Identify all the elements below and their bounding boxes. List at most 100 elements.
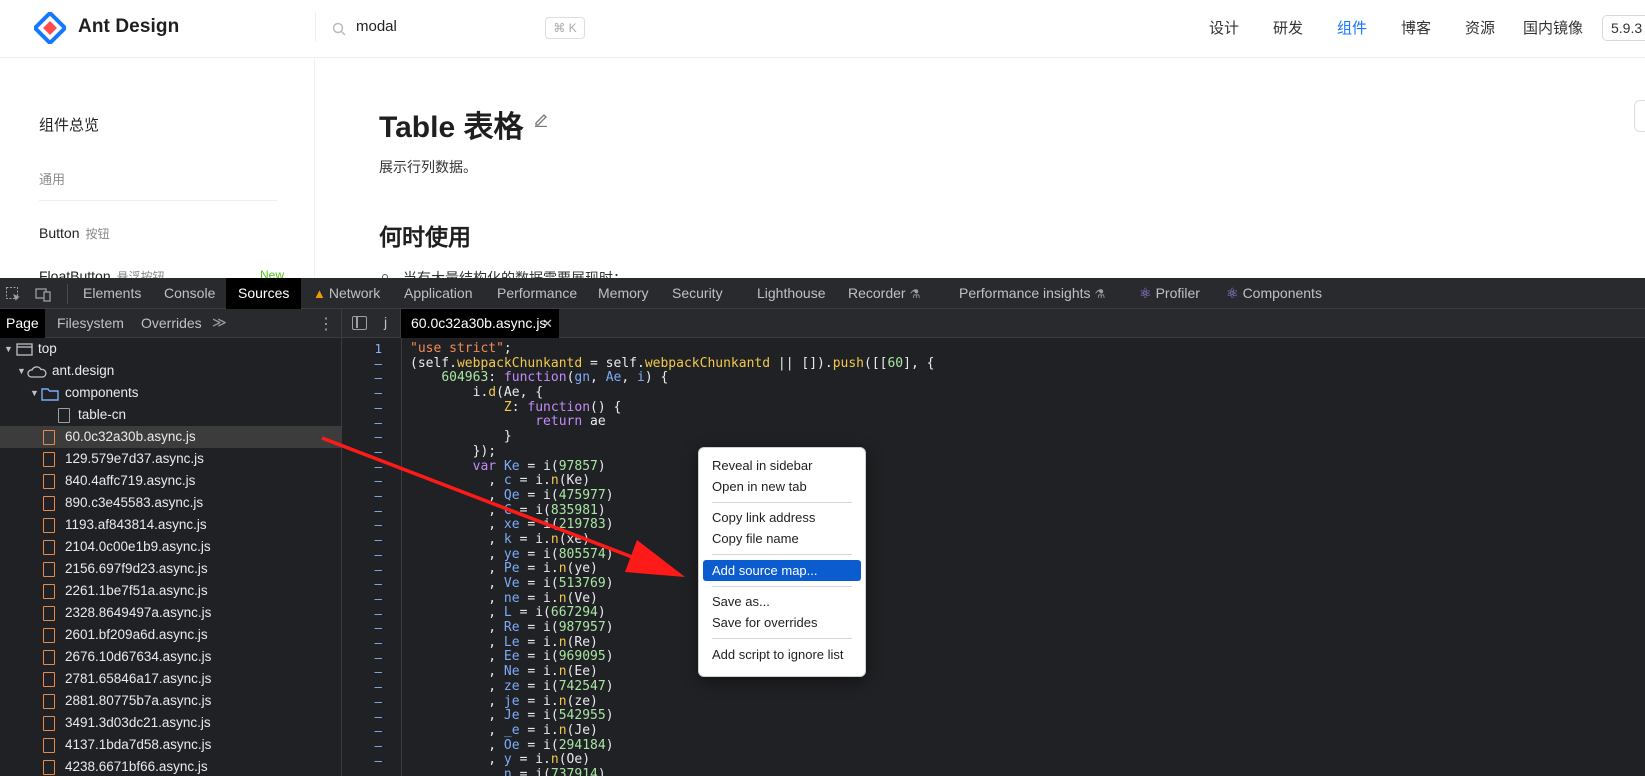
context-menu: Reveal in sidebar Open in new tab Copy l… (698, 447, 866, 677)
nav-mirror[interactable]: 国内镜像 (1523, 17, 1583, 38)
line-number[interactable]: – (342, 385, 382, 401)
menu-item-save-for-overrides[interactable]: Save for overrides (703, 612, 861, 633)
sidebar-item-button[interactable]: Button 按钮 (39, 225, 110, 242)
js-file-icon (43, 628, 55, 643)
tree-item-document[interactable]: table-cn (0, 404, 341, 426)
js-file-icon (43, 738, 55, 753)
line-number[interactable]: – (342, 635, 382, 651)
tree-item-file[interactable]: 4238.6671bf66.async.js (0, 756, 341, 776)
line-number[interactable]: – (342, 459, 382, 475)
nav-design[interactable]: 设计 (1209, 17, 1239, 38)
tab-console[interactable]: Console (164, 278, 215, 309)
line-number[interactable]: – (342, 709, 382, 725)
menu-item-open-in-new-tab[interactable]: Open in new tab (703, 476, 861, 497)
line-number[interactable]: – (342, 650, 382, 666)
menu-item-add-to-ignore-list[interactable]: Add script to ignore list (703, 644, 861, 665)
line-number[interactable]: – (342, 694, 382, 710)
section-heading-when-to-use: 何时使用 (379, 224, 471, 250)
line-number[interactable]: – (342, 562, 382, 578)
tree-item-file[interactable]: 2781.65846a17.async.js (0, 668, 341, 690)
tree-item-file[interactable]: 2676.10d67634.async.js (0, 646, 341, 668)
tree-item-file[interactable]: 840.4affc719.async.js (0, 470, 341, 492)
tab-recorder[interactable]: Recorder ⚗ (848, 278, 920, 309)
line-number[interactable]: – (342, 356, 382, 372)
brand-name[interactable]: Ant Design (78, 16, 179, 38)
tab-sources[interactable]: Sources (226, 278, 302, 309)
tree-item-domain[interactable]: ▼ ant.design (0, 360, 341, 382)
tree-item-file[interactable]: 4137.1bda7d58.async.js (0, 734, 341, 756)
line-number[interactable]: – (342, 547, 382, 563)
line-number[interactable]: – (342, 518, 382, 533)
nav-resources[interactable]: 资源 (1465, 17, 1495, 38)
line-number[interactable]: – (342, 606, 382, 622)
tab-performance[interactable]: Performance (497, 278, 577, 309)
tab-overrides[interactable]: Overrides (141, 309, 202, 338)
tab-elements[interactable]: Elements (83, 278, 141, 309)
search-input[interactable]: modal (356, 18, 397, 35)
line-number[interactable]: – (342, 503, 382, 519)
menu-item-reveal-in-sidebar[interactable]: Reveal in sidebar (703, 455, 861, 476)
nav-develop[interactable]: 研发 (1273, 17, 1303, 38)
line-number[interactable]: – (342, 400, 382, 416)
device-toolbar-icon[interactable] (35, 286, 51, 302)
toggle-navigator-icon[interactable] (352, 316, 367, 330)
tab-page[interactable]: Page (0, 309, 45, 338)
sidebar-item-overview[interactable]: 组件总览 (39, 114, 99, 135)
line-number[interactable]: – (342, 753, 382, 769)
tree-item-file[interactable]: 2881.80775b7a.async.js (0, 690, 341, 712)
tree-item-file[interactable]: 129.579e7d37.async.js (0, 448, 341, 470)
line-number[interactable]: – (342, 444, 382, 460)
tree-item-file[interactable]: 2261.1be7f51a.async.js (0, 580, 341, 602)
line-number[interactable]: 1 (342, 341, 382, 357)
tree-item-file[interactable]: 2104.0c00e1b9.async.js (0, 536, 341, 558)
kebab-menu-icon[interactable]: ⋮ (318, 314, 334, 334)
menu-item-add-source-map[interactable]: Add source map... (703, 560, 861, 581)
tab-security[interactable]: Security (672, 278, 723, 309)
more-tabs-icon[interactable]: ≫ (212, 314, 227, 331)
tree-item-file[interactable]: 2601.bf209a6d.async.js (0, 624, 341, 646)
line-number[interactable]: – (342, 591, 382, 607)
line-number[interactable]: – (342, 532, 382, 548)
line-number[interactable]: – (342, 415, 382, 431)
nav-components[interactable]: 组件 (1337, 17, 1367, 38)
js-file-icon (43, 518, 55, 533)
tree-item-file[interactable]: 3491.3d03dc21.async.js (0, 712, 341, 734)
tree-item-components-folder[interactable]: ▼ components (0, 382, 341, 404)
line-number[interactable]: – (342, 576, 382, 592)
tab-performance-insights[interactable]: Performance insights ⚗ (959, 278, 1105, 309)
menu-item-save-as[interactable]: Save as... (703, 591, 861, 612)
line-number[interactable]: – (342, 621, 382, 636)
tab-profiler[interactable]: ⚛ Profiler (1139, 278, 1200, 309)
close-icon[interactable]: ✕ (542, 309, 553, 338)
menu-item-copy-link-address[interactable]: Copy link address (703, 507, 861, 528)
tab-components[interactable]: ⚛ Components (1226, 278, 1322, 309)
line-number[interactable]: – (342, 665, 382, 680)
line-number[interactable]: – (342, 738, 382, 754)
tab-memory[interactable]: Memory (598, 278, 649, 309)
editor-tab-active[interactable]: 60.0c32a30b.async.js ✕ (401, 309, 559, 338)
menu-item-copy-file-name[interactable]: Copy file name (703, 528, 861, 549)
ant-design-logo-icon[interactable] (34, 12, 66, 44)
inspect-element-icon[interactable] (5, 286, 21, 302)
tree-item-file[interactable]: 2328.8649497a.async.js (0, 602, 341, 624)
tab-network[interactable]: ▲ Network (313, 278, 380, 309)
tree-item-file[interactable]: 1193.af843814.async.js (0, 514, 341, 536)
tree-item-file[interactable]: 890.c3e45583.async.js (0, 492, 341, 514)
line-number[interactable]: – (342, 429, 382, 445)
tab-application[interactable]: Application (404, 278, 473, 309)
tree-item-file[interactable]: 60.0c32a30b.async.js (0, 426, 341, 448)
tree-item-file[interactable]: 2156.697f9d23.async.js (0, 558, 341, 580)
edit-pencil-icon[interactable] (533, 111, 549, 127)
editor-tab-j[interactable]: j (384, 314, 387, 330)
line-number[interactable]: – (342, 723, 382, 739)
line-number[interactable]: – (342, 371, 382, 386)
nav-blog[interactable]: 博客 (1401, 17, 1431, 38)
line-number[interactable]: – (342, 488, 382, 504)
version-select[interactable]: 5.9.3 (1602, 15, 1645, 41)
tree-item-top[interactable]: ▼ top (0, 338, 341, 360)
line-number[interactable]: – (342, 474, 382, 489)
tab-filesystem[interactable]: Filesystem (57, 309, 124, 338)
line-number[interactable]: – (342, 679, 382, 695)
floating-side-button[interactable] (1634, 100, 1645, 132)
tab-lighthouse[interactable]: Lighthouse (757, 278, 826, 309)
